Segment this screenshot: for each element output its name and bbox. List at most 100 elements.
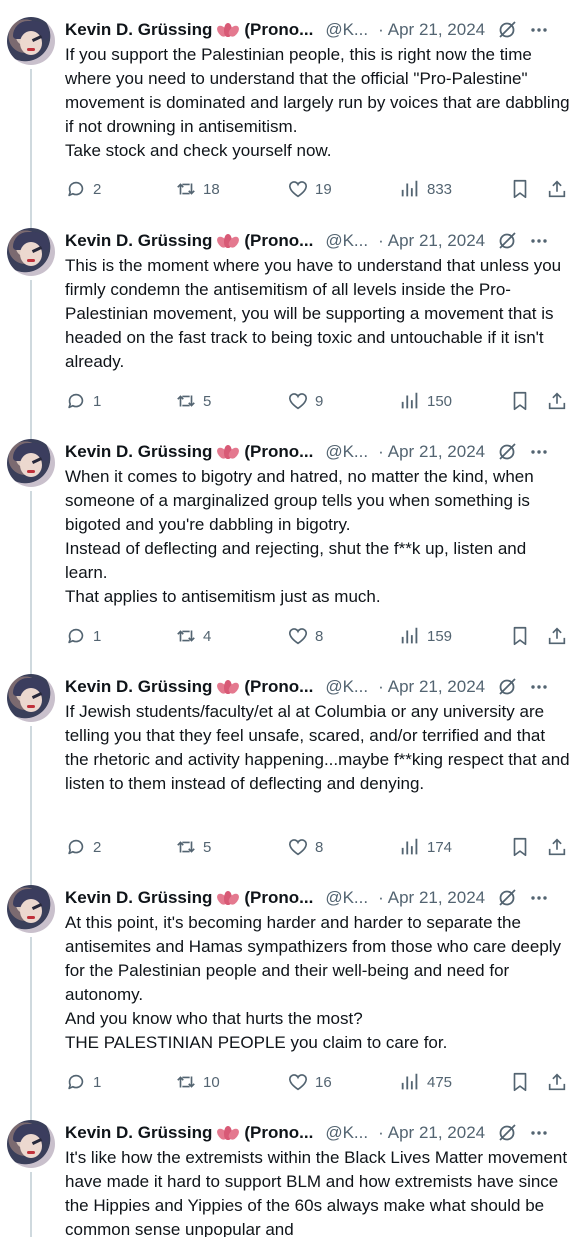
reply-icon — [68, 393, 84, 409]
tweet[interactable]: Kevin D. Grüssing (Prono... @K... · Apr … — [0, 439, 579, 674]
tweet-date[interactable]: Apr 21, 2024 — [388, 677, 485, 697]
bookmark-button[interactable] — [509, 624, 531, 648]
like-count: 8 — [315, 627, 324, 645]
retweet-count: 5 — [203, 392, 212, 410]
author-name-suffix[interactable]: (Prono... — [244, 888, 313, 908]
tweet[interactable]: Kevin D. Grüssing (Prono... @K... · Apr … — [0, 228, 579, 439]
tweet[interactable]: Kevin D. Grüssing (Prono... @K... · Apr … — [0, 885, 579, 1120]
grok-icon[interactable] — [497, 231, 517, 251]
share-button[interactable] — [546, 177, 568, 201]
bookmark-button[interactable] — [509, 389, 531, 413]
views-button[interactable]: 159 — [399, 624, 452, 648]
author-name-suffix[interactable]: (Prono... — [244, 677, 313, 697]
author-name[interactable]: Kevin D. Grüssing — [65, 20, 212, 40]
like-button[interactable]: 8 — [287, 624, 323, 648]
grok-icon[interactable] — [497, 677, 517, 697]
bookmark-button[interactable] — [509, 177, 531, 201]
retweet-button[interactable]: 4 — [175, 624, 211, 648]
reply-count: 2 — [93, 838, 102, 856]
tweet-header: Kevin D. Grüssing (Prono... @K... · Apr … — [65, 885, 570, 911]
avatar[interactable] — [7, 439, 55, 487]
like-button[interactable]: 8 — [287, 835, 323, 859]
author-name[interactable]: Kevin D. Grüssing — [65, 1123, 212, 1143]
share-button[interactable] — [546, 835, 568, 859]
like-button[interactable]: 16 — [287, 1070, 332, 1094]
reply-button[interactable]: 1 — [65, 389, 101, 413]
tweet-date[interactable]: Apr 21, 2024 — [388, 1123, 485, 1143]
views-button[interactable]: 150 — [399, 389, 452, 413]
grok-icon[interactable] — [497, 20, 517, 40]
more-options-icon[interactable] — [529, 677, 549, 697]
avatar[interactable] — [7, 17, 55, 65]
avatar[interactable] — [7, 1120, 55, 1168]
avatar[interactable] — [7, 228, 55, 276]
like-count: 9 — [315, 392, 324, 410]
author-handle[interactable]: @K... — [325, 20, 368, 40]
author-handle[interactable]: @K... — [325, 677, 368, 697]
author-handle[interactable]: @K... — [325, 231, 368, 251]
views-button[interactable]: 174 — [399, 835, 452, 859]
tweet-date[interactable]: Apr 21, 2024 — [388, 888, 485, 908]
tweet-date[interactable]: Apr 21, 2024 — [388, 442, 485, 462]
author-name-suffix[interactable]: (Prono... — [244, 442, 313, 462]
avatar[interactable] — [7, 885, 55, 933]
separator-dot: · — [378, 442, 384, 461]
grok-icon[interactable] — [497, 888, 517, 908]
reply-count: 2 — [93, 180, 102, 198]
heart-icon — [288, 839, 308, 856]
like-button[interactable]: 9 — [287, 389, 323, 413]
more-options-icon[interactable] — [529, 888, 549, 908]
tweet[interactable]: Kevin D. Grüssing (Prono... @K... · Apr … — [0, 17, 579, 228]
author-handle[interactable]: @K... — [325, 442, 368, 462]
retweet-button[interactable]: 5 — [175, 835, 211, 859]
retweet-button[interactable]: 10 — [175, 1070, 220, 1094]
author-name-suffix[interactable]: (Prono... — [244, 20, 313, 40]
author-name[interactable]: Kevin D. Grüssing — [65, 442, 212, 462]
reply-button[interactable]: 1 — [65, 1070, 101, 1094]
views-button[interactable]: 475 — [399, 1070, 452, 1094]
retweet-button[interactable]: 5 — [175, 389, 211, 413]
thread-connector-line — [30, 726, 32, 885]
more-options-icon[interactable] — [529, 1123, 549, 1143]
tweet-date[interactable]: Apr 21, 2024 — [388, 20, 485, 40]
tweet-text: If Jewish students/faculty/et al at Colu… — [65, 702, 570, 793]
reply-button[interactable]: 2 — [65, 177, 101, 201]
tweet-thread: Kevin D. Grüssing (Prono... @K... · Apr … — [0, 0, 579, 1237]
author-name-suffix[interactable]: (Prono... — [244, 231, 313, 251]
reply-button[interactable]: 1 — [65, 624, 101, 648]
retweet-count: 5 — [203, 838, 212, 856]
views-button[interactable]: 833 — [399, 177, 452, 201]
like-button[interactable]: 19 — [287, 177, 332, 201]
tweet-actions: 2 5 8 174 — [65, 835, 570, 859]
tweet-date[interactable]: Apr 21, 2024 — [388, 231, 485, 251]
tweet-header: Kevin D. Grüssing (Prono... @K... · Apr … — [65, 228, 570, 254]
bookmark-button[interactable] — [509, 1070, 531, 1094]
reply-icon — [68, 628, 84, 644]
tweet-header: Kevin D. Grüssing (Prono... @K... · Apr … — [65, 674, 570, 700]
share-button[interactable] — [546, 1070, 568, 1094]
author-name[interactable]: Kevin D. Grüssing — [65, 888, 212, 908]
author-name-suffix[interactable]: (Prono... — [244, 1123, 313, 1143]
tweet[interactable]: Kevin D. Grüssing (Prono... @K... · Apr … — [0, 1120, 579, 1237]
retweet-count: 4 — [203, 627, 212, 645]
grok-icon[interactable] — [497, 442, 517, 462]
retweet-icon — [177, 395, 195, 407]
author-name[interactable]: Kevin D. Grüssing — [65, 231, 212, 251]
tweet[interactable]: Kevin D. Grüssing (Prono... @K... · Apr … — [0, 674, 579, 885]
author-handle[interactable]: @K... — [325, 1123, 368, 1143]
thread-connector-line — [30, 69, 32, 228]
share-button[interactable] — [546, 389, 568, 413]
more-options-icon[interactable] — [529, 231, 549, 251]
avatar[interactable] — [7, 674, 55, 722]
more-options-icon[interactable] — [529, 442, 549, 462]
more-options-icon[interactable] — [529, 20, 549, 40]
share-button[interactable] — [546, 624, 568, 648]
like-count: 19 — [315, 180, 332, 198]
retweet-button[interactable]: 18 — [175, 177, 220, 201]
grok-icon[interactable] — [497, 1123, 517, 1143]
tweet-actions: 1 10 16 475 — [65, 1070, 570, 1094]
author-handle[interactable]: @K... — [325, 888, 368, 908]
author-name[interactable]: Kevin D. Grüssing — [65, 677, 212, 697]
reply-button[interactable]: 2 — [65, 835, 101, 859]
bookmark-button[interactable] — [509, 835, 531, 859]
